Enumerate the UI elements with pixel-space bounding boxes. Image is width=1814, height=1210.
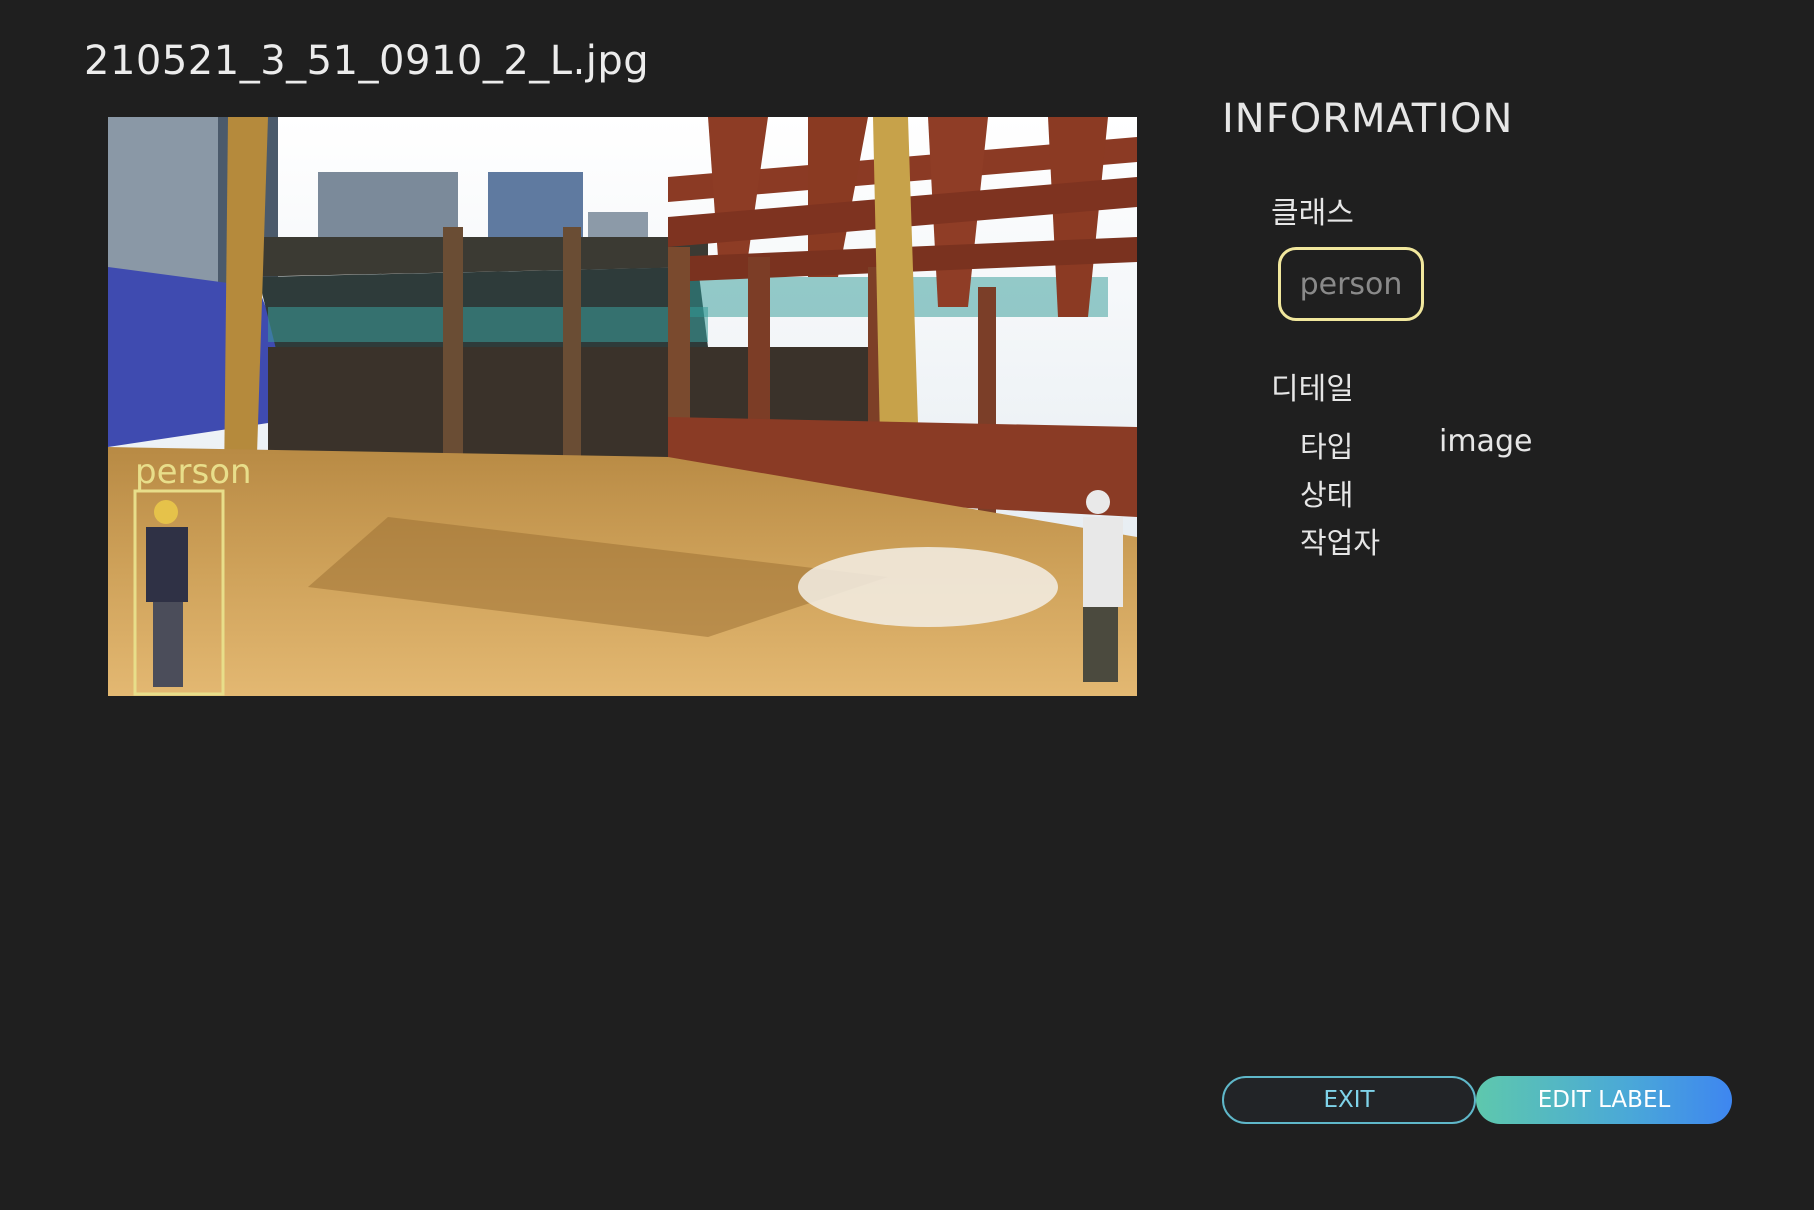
edit-label-button[interactable]: EDIT LABEL — [1476, 1076, 1732, 1124]
detail-key-type: 타입 — [1300, 430, 1354, 464]
class-chip[interactable]: person — [1278, 247, 1424, 321]
detail-key-worker: 작업자 — [1300, 526, 1381, 560]
image-filename: 210521_3_51_0910_2_L.jpg — [84, 38, 650, 84]
labeled-image[interactable]: person — [108, 117, 1137, 696]
information-heading: INFORMATION — [1222, 96, 1514, 142]
class-label: 클래스 — [1271, 196, 1354, 231]
bounding-box-label: person — [135, 452, 252, 492]
detail-value-type: image — [1439, 424, 1533, 459]
detail-key-status: 상태 — [1300, 478, 1354, 512]
detail-label: 디테일 — [1271, 372, 1354, 407]
construction-site-photo: person — [108, 117, 1137, 696]
exit-button[interactable]: EXIT — [1222, 1076, 1476, 1124]
